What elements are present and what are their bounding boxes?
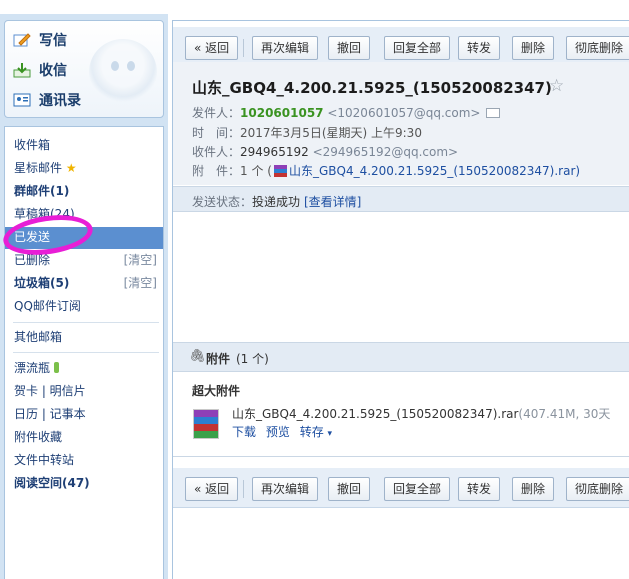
reply-all-button[interactable]: 回复全部 xyxy=(384,477,451,501)
reply-all-button[interactable]: 回复全部 xyxy=(384,36,451,60)
star-toggle-icon[interactable]: ☆ xyxy=(549,76,564,96)
delete-button[interactable]: 删除 xyxy=(512,36,555,60)
drift-bottle-label: 漂流瓶 xyxy=(14,361,51,375)
compose-box: 写信 收信 通讯录 xyxy=(4,20,164,118)
forward-button[interactable]: 转发 xyxy=(458,36,501,60)
folder-drafts[interactable]: 草稿箱(24) xyxy=(14,205,75,223)
preview-link[interactable]: 预览 xyxy=(266,425,290,439)
contacts-label: 通讯录 xyxy=(39,93,81,109)
attachment-file-row: 山东_GBQ4_4.200.21.5925_(150520082347).rar… xyxy=(232,405,610,422)
folder-nav: 收件箱 星标邮件 ★ 群邮件(1) 草稿箱(24) 已发送 已删除 [清空] 垃… xyxy=(4,126,164,579)
recipient-address: <294965192@qq.com> xyxy=(312,145,459,159)
large-attachment-section-title: 超大附件 xyxy=(192,384,241,398)
attachment-count: 1 个 ( xyxy=(240,164,272,178)
clear-deleted-link[interactable]: [清空] xyxy=(124,251,157,269)
folder-inbox[interactable]: 收件箱 xyxy=(14,136,50,154)
reedit-button[interactable]: 再次编辑 xyxy=(252,477,319,501)
delivery-status-bar: 发送状态： 投递成功 [查看详情] xyxy=(173,186,629,212)
delete-button[interactable]: 删除 xyxy=(512,477,555,501)
mail-window: 写信 收信 通讯录 收件箱 星标邮件 ★ 群邮件(1) 草稿箱(24) 已发送 … xyxy=(0,0,629,579)
drift-bottle-link[interactable]: 漂流瓶 xyxy=(14,359,59,377)
nav-divider xyxy=(13,352,159,353)
back-button[interactable]: « 返回 xyxy=(185,477,239,501)
attachment-label: 附 件： xyxy=(192,164,241,178)
folder-group[interactable]: 群邮件(1) xyxy=(14,182,69,200)
status-details-link[interactable]: [查看详情] xyxy=(304,193,361,210)
card-postcard-link[interactable]: 贺卡 | 明信片 xyxy=(14,382,86,400)
contacts-button[interactable]: 通讯录 xyxy=(13,89,81,111)
receive-mail-label: 收信 xyxy=(39,63,67,79)
attachment-actions: 下载 预览 转存 ▾ xyxy=(232,423,332,440)
chevron-down-icon: ▾ xyxy=(327,429,333,439)
attachments-count: (1 个) xyxy=(236,352,269,366)
rar-file-icon xyxy=(273,165,287,177)
permanent-delete-button[interactable]: 彻底删除 xyxy=(566,36,629,60)
folder-starred-label: 星标邮件 xyxy=(14,161,63,175)
receive-mail-button[interactable]: 收信 xyxy=(13,59,67,81)
save-to-label: 转存 xyxy=(299,425,324,439)
rar-archive-icon[interactable] xyxy=(193,409,219,439)
bottle-icon xyxy=(53,362,59,373)
nav-divider xyxy=(13,322,159,323)
attachment-link[interactable]: 山东_GBQ4_4.200.21.5925_(150520082347).rar… xyxy=(289,164,580,178)
inbox-download-icon xyxy=(13,63,31,78)
recall-button[interactable]: 撤回 xyxy=(328,36,371,60)
time-label: 时 间： xyxy=(192,126,241,140)
folder-other-mailbox[interactable]: 其他邮箱 xyxy=(14,328,62,346)
file-transfer-link[interactable]: 文件中转站 xyxy=(14,451,74,469)
attachments-title: 附件 xyxy=(206,352,231,366)
forward-button[interactable]: 转发 xyxy=(458,477,501,501)
address-book-icon xyxy=(13,93,31,107)
reading-space-link[interactable]: 阅读空间(47) xyxy=(14,474,90,492)
write-mail-label: 写信 xyxy=(39,33,67,49)
status-value: 投递成功 xyxy=(252,195,301,209)
toolbar-separator xyxy=(243,480,244,498)
clear-trash-link[interactable]: [清空] xyxy=(124,274,157,292)
recipient-label: 收件人： xyxy=(192,145,241,159)
contact-card-icon[interactable] xyxy=(486,108,501,118)
attachment-row: 附 件：1 个 ( 山东_GBQ4_4.200.21.5925_(15052008… xyxy=(192,162,580,179)
bottom-toolbar: « 返回 再次编辑 撤回 回复全部 转发 删除 彻底删除 xyxy=(173,468,629,508)
folder-qq-subscription[interactable]: QQ邮件订阅 xyxy=(14,297,81,315)
sender-row: 发件人：1020601057 <1020601057@qq.com> xyxy=(192,104,501,121)
write-mail-button[interactable]: 写信 xyxy=(13,29,67,51)
back-button[interactable]: « 返回 xyxy=(185,36,239,60)
attachments-header: 🖇 附件 (1 个) xyxy=(173,342,629,372)
download-link[interactable]: 下载 xyxy=(232,425,256,439)
reedit-button[interactable]: 再次编辑 xyxy=(252,36,319,60)
folder-deleted[interactable]: 已删除 xyxy=(14,251,50,269)
recipient-name[interactable]: 294965192 xyxy=(240,145,309,159)
penguin-logo-icon xyxy=(89,39,157,105)
star-icon: ★ xyxy=(65,161,77,175)
recipient-row: 收件人：294965192 <294965192@qq.com> xyxy=(192,143,458,160)
recall-button[interactable]: 撤回 xyxy=(328,477,371,501)
top-bar xyxy=(0,0,629,14)
mail-reading-pane: « 返回 再次编辑 撤回 回复全部 转发 删除 彻底删除 山东_GBQ4_4.2… xyxy=(172,20,629,579)
toolbar-separator xyxy=(243,39,244,57)
save-to-link[interactable]: 转存 ▾ xyxy=(300,425,332,439)
time-value: 2017年3月5日(星期天) 上午9:30 xyxy=(240,126,422,140)
folder-starred[interactable]: 星标邮件 ★ xyxy=(14,159,77,177)
mail-subject: 山东_GBQ4_4.200.21.5925_(150520082347) xyxy=(192,79,552,97)
folder-trash[interactable]: 垃圾箱(5) xyxy=(14,274,69,292)
sender-address: <1020601057@qq.com> xyxy=(327,106,481,120)
status-label: 发送状态： xyxy=(192,195,253,209)
top-toolbar: « 返回 再次编辑 撤回 回复全部 转发 删除 彻底删除 xyxy=(173,27,629,67)
attachment-file-meta: (407.41M, 30天 xyxy=(518,407,611,421)
permanent-delete-button[interactable]: 彻底删除 xyxy=(566,477,629,501)
folder-sent[interactable]: 已发送 xyxy=(14,228,50,246)
calendar-notes-link[interactable]: 日历 | 记事本 xyxy=(14,405,86,423)
sender-name[interactable]: 1020601057 xyxy=(240,106,324,120)
time-row: 时 间：2017年3月5日(星期天) 上午9:30 xyxy=(192,124,422,141)
paperclip-icon: 🖇 xyxy=(189,349,206,364)
mail-header: 山东_GBQ4_4.200.21.5925_(150520082347) ☆ 发… xyxy=(173,62,629,185)
attachment-file-name[interactable]: 山东_GBQ4_4.200.21.5925_(150520082347).rar xyxy=(232,407,518,421)
attachment-favorites-link[interactable]: 附件收藏 xyxy=(14,428,62,446)
sender-label: 发件人： xyxy=(192,106,241,120)
pencil-icon xyxy=(13,33,31,47)
